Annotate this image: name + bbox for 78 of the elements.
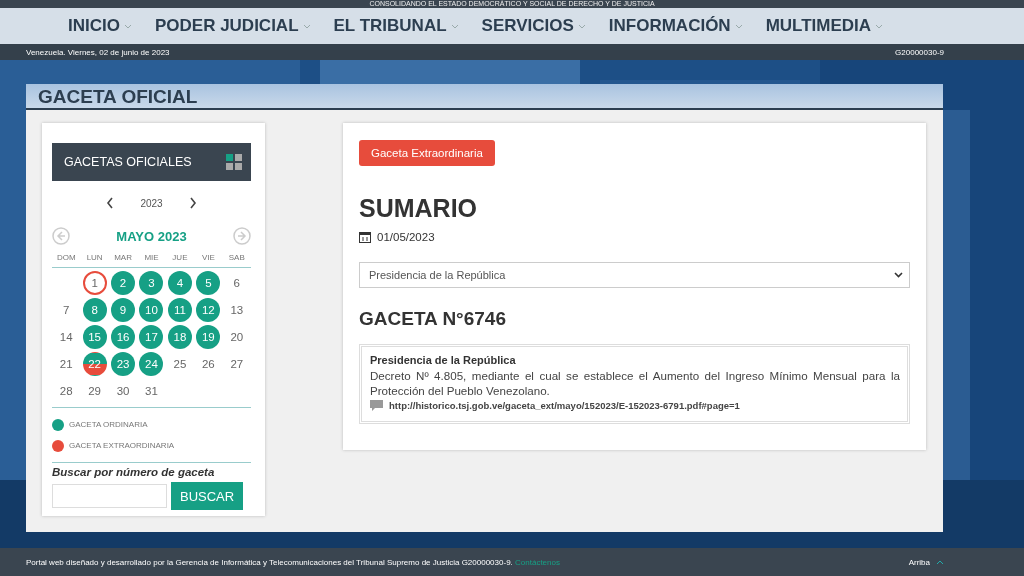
- weekday-label: JUE: [172, 253, 188, 262]
- calendar-day[interactable]: 31: [139, 379, 164, 403]
- weekday-label: DOM: [56, 253, 76, 262]
- calendar-day[interactable]: 25: [167, 352, 192, 376]
- calendar-day[interactable]: 28: [54, 379, 79, 403]
- chevron-down-icon: [875, 23, 884, 29]
- date-text: Venezuela. Viernes, 02 de junio de 2023: [26, 47, 170, 57]
- calendar-day[interactable]: 7: [54, 298, 79, 322]
- search-field[interactable]: [52, 484, 167, 508]
- chevron-down-icon: [577, 23, 586, 29]
- chevron-down-icon: [450, 23, 459, 29]
- nav-link[interactable]: INFORMACIÓN: [608, 16, 743, 36]
- calendar-day[interactable]: 9: [111, 298, 136, 322]
- comment-icon: [370, 400, 383, 411]
- legend-label: GACETA ORDINARIA: [69, 420, 148, 429]
- calendar-day[interactable]: 21: [54, 352, 79, 376]
- calendar-day[interactable]: 24: [139, 352, 164, 376]
- nav-link[interactable]: EL TRIBUNAL: [333, 16, 459, 36]
- month-title: MAYO 2023: [116, 228, 187, 244]
- calendar-day[interactable]: 11: [167, 298, 192, 322]
- sidebar-title: GACETAS OFICIALES: [64, 155, 192, 169]
- calendar-day[interactable]: 26: [196, 352, 221, 376]
- calendar-day[interactable]: 30: [111, 379, 136, 403]
- weekday-label: LUN: [86, 253, 103, 262]
- nav-link[interactable]: MULTIMEDIA: [765, 16, 884, 36]
- gaceta-heading: GACETA N°6746: [359, 308, 507, 330]
- calendar-day[interactable]: 27: [224, 352, 249, 376]
- calendar-day[interactable]: 1: [82, 271, 107, 295]
- search-button[interactable]: BUSCAR: [171, 482, 244, 510]
- nav-link[interactable]: SERVICIOS: [481, 16, 586, 36]
- calendar-day[interactable]: 16: [111, 325, 136, 349]
- calendar-day[interactable]: 4: [167, 271, 192, 295]
- chevron-down-icon: [123, 23, 132, 29]
- calendar-day[interactable]: 2: [111, 271, 136, 295]
- calendar-day[interactable]: 8: [82, 298, 107, 322]
- calendar-day[interactable]: 15: [82, 325, 107, 349]
- calendar-day[interactable]: 10: [139, 298, 164, 322]
- code-text: G20000030-9: [895, 47, 944, 57]
- legend-label: GACETA EXTRAORDINARIA: [69, 441, 175, 450]
- calendar-day[interactable]: 29: [82, 379, 107, 403]
- calendar-day[interactable]: 3: [139, 271, 164, 295]
- next-month-icon[interactable]: [233, 227, 251, 245]
- calendar-day[interactable]: 23: [111, 352, 136, 376]
- calendar-day[interactable]: 20: [224, 325, 249, 349]
- date-text: 01/05/2023: [377, 231, 435, 243]
- year-text: 2023: [140, 197, 163, 209]
- nav-link[interactable]: INICIO: [68, 16, 132, 36]
- weekday-label: MAR: [114, 253, 132, 262]
- calendar-day[interactable]: 18: [167, 325, 192, 349]
- decree-text: Decreto Nº 4.805, mediante el cual se establece el Aumento del Ingreso Mínimo Mensual para la Protección del Pueblo Venezolano.: [370, 368, 900, 398]
- calendar-day[interactable]: 6: [224, 271, 249, 295]
- summary-heading: SUMARIO: [359, 194, 479, 223]
- chevron-down-icon: [894, 272, 903, 278]
- footer-text: Portal web diseñado y desarrollado por la Gerencia de Informática y Telecomunicaciones del Tribunal Supremo de Justicia G20000030-9. Contáctenos: [26, 557, 560, 567]
- previous-month-icon[interactable]: [52, 227, 70, 245]
- search-label: Buscar por número de gaceta: [52, 466, 216, 478]
- calendar-day[interactable]: 12: [196, 298, 221, 322]
- pdf-link[interactable]: http://historico.tsj.gob.ve/gaceta_ext/mayo/152023/E-152023-6791.pdf#page=1: [389, 400, 740, 411]
- chevron-down-icon: [734, 23, 743, 29]
- calendar-icon: [359, 231, 371, 243]
- chevron-up-icon: [936, 559, 944, 565]
- weekday-label: VIE: [201, 253, 215, 262]
- calendar-day[interactable]: 5: [196, 271, 221, 295]
- extraordinary-button[interactable]: Gaceta Extraordinaria: [359, 140, 495, 166]
- organ-title: Presidencia de la República: [370, 354, 517, 366]
- organ-select[interactable]: Presidencia de la República: [359, 262, 910, 288]
- calendar-day[interactable]: 14: [54, 325, 79, 349]
- weekday-label: SAB: [228, 253, 245, 262]
- weekday-label: MIE: [144, 253, 159, 262]
- nav-link[interactable]: PODER JUDICIAL: [154, 16, 311, 36]
- page-title: GACETA OFICIAL: [26, 84, 943, 110]
- calendar-day[interactable]: 17: [139, 325, 164, 349]
- top-link[interactable]: Arriba: [908, 557, 944, 567]
- calendar-day[interactable]: 19: [196, 325, 221, 349]
- grid-icon: [226, 154, 242, 170]
- calendar-day[interactable]: 13: [224, 298, 249, 322]
- contact-link[interactable]: Contáctenos: [515, 557, 560, 567]
- chevron-down-icon: [302, 23, 311, 29]
